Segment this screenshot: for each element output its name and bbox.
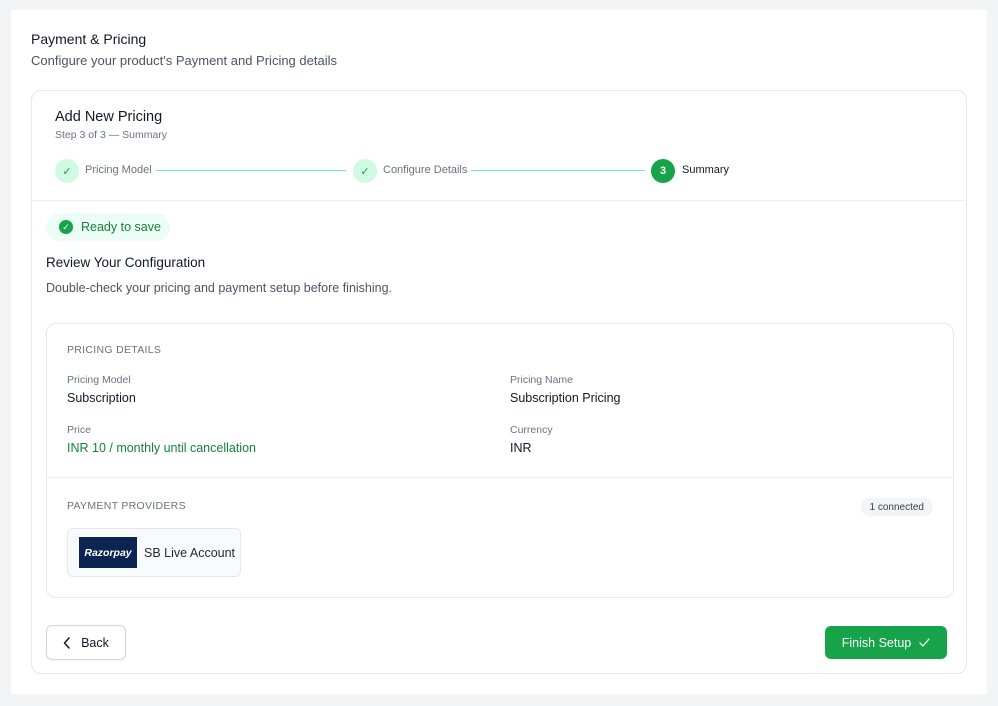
currency-label: Currency <box>510 424 553 436</box>
step-3-label: Summary <box>682 164 730 176</box>
price-label: Price <box>67 424 91 436</box>
payment-pricing-page: Payment & Pricing Configure your product… <box>11 10 987 694</box>
step-1-label: Pricing Model <box>85 164 152 176</box>
provider-card-razorpay[interactable]: Razorpay SB Live Account <box>67 528 241 577</box>
step-connector-1 <box>156 170 346 171</box>
pricing-name-value: Subscription Pricing <box>510 391 621 405</box>
chevron-left-icon <box>63 636 70 649</box>
pricing-model-value: Subscription <box>67 391 136 405</box>
card-header: Add New Pricing Step 3 of 3 — Summary ✓ … <box>32 91 966 201</box>
connected-count-badge: 1 connected <box>860 498 933 516</box>
review-title: Review Your Configuration <box>46 255 206 270</box>
step-3-number[interactable]: 3 <box>651 159 675 183</box>
checkmark-icon <box>919 638 930 647</box>
review-subtitle: Double-check your pricing and payment se… <box>46 281 393 295</box>
stepper: ✓ Pricing Model ✓ Configure Details 3 Su… <box>55 159 855 183</box>
finish-button-label: Finish Setup <box>841 635 912 650</box>
card-title: Add New Pricing <box>55 109 163 125</box>
back-button-label: Back <box>81 635 109 650</box>
summary-panel: PRICING DETAILS Pricing Model Subscripti… <box>46 323 954 598</box>
ready-status-text: Ready to save <box>81 220 161 234</box>
provider-account-name: SB Live Account <box>144 545 236 560</box>
finish-setup-button[interactable]: Finish Setup <box>825 626 947 659</box>
page-subtitle: Configure your product's Payment and Pri… <box>31 53 337 68</box>
check-circle-icon: ✓ <box>59 220 73 234</box>
back-button[interactable]: Back <box>46 625 126 660</box>
ready-status-badge: ✓ Ready to save <box>46 213 170 241</box>
pricing-details-heading: PRICING DETAILS <box>67 344 162 356</box>
price-value: INR 10 / monthly until cancellation <box>67 441 256 455</box>
page-title: Payment & Pricing <box>31 31 147 47</box>
add-pricing-card: Add New Pricing Step 3 of 3 — Summary ✓ … <box>31 90 967 674</box>
pricing-model-label: Pricing Model <box>67 374 131 386</box>
step-connector-2 <box>471 170 645 171</box>
step-2-label: Configure Details <box>383 164 468 176</box>
payment-providers-heading: PAYMENT PROVIDERS <box>67 500 186 512</box>
step-indicator-text: Step 3 of 3 — Summary <box>55 129 168 141</box>
section-divider <box>47 477 953 478</box>
pricing-name-label: Pricing Name <box>510 374 574 386</box>
step-1-check-icon[interactable]: ✓ <box>55 159 79 183</box>
step-2-check-icon[interactable]: ✓ <box>353 159 377 183</box>
razorpay-logo: Razorpay <box>79 537 137 568</box>
currency-value: INR <box>510 441 532 455</box>
